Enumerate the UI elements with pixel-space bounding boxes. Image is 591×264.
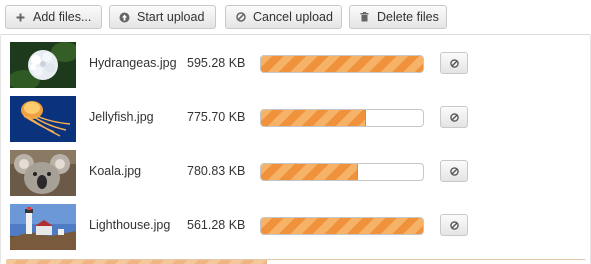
file-row: Lighthouse.jpg 561.28 KB xyxy=(1,201,591,253)
file-progress-bar xyxy=(260,163,424,181)
file-progress-fill xyxy=(261,110,367,126)
start-upload-label: Start upload xyxy=(137,10,205,24)
upload-toolbar: Add files... Start upload Cancel upload … xyxy=(0,0,591,34)
add-files-button[interactable]: Add files... xyxy=(5,5,102,29)
cancel-file-button[interactable] xyxy=(440,52,468,74)
start-upload-button[interactable]: Start upload xyxy=(109,5,216,29)
cancel-upload-button[interactable]: Cancel upload xyxy=(225,5,342,29)
cancel-file-button[interactable] xyxy=(440,160,468,182)
file-row: Hydrangeas.jpg 595.28 KB xyxy=(1,39,591,91)
file-progress-bar xyxy=(260,55,424,73)
upload-icon xyxy=(119,12,130,23)
file-list-panel: Hydrangeas.jpg 595.28 KB Jellyfish.jpg 7… xyxy=(0,34,591,264)
ban-icon xyxy=(449,112,459,122)
file-name: Jellyfish.jpg xyxy=(89,110,154,124)
trash-icon xyxy=(359,12,370,22)
file-size: 595.28 KB xyxy=(187,56,246,70)
file-progress-fill xyxy=(261,218,423,234)
jellyfish-thumbnail xyxy=(10,96,76,142)
plus-icon xyxy=(15,13,26,22)
file-progress-bar xyxy=(260,217,424,235)
delete-files-label: Delete files xyxy=(377,10,439,24)
cancel-file-button[interactable] xyxy=(440,214,468,236)
file-name: Lighthouse.jpg xyxy=(89,218,171,232)
ban-icon xyxy=(449,58,459,68)
file-name: Hydrangeas.jpg xyxy=(89,56,177,70)
file-size: 780.83 KB xyxy=(187,164,246,178)
file-row: Jellyfish.jpg 775.70 KB xyxy=(1,93,591,145)
hydrangeas-thumbnail xyxy=(10,42,76,88)
ban-icon xyxy=(235,12,246,22)
file-size: 775.70 KB xyxy=(187,110,246,124)
ban-icon xyxy=(449,166,459,176)
global-progress-bar xyxy=(6,259,586,264)
file-progress-fill xyxy=(261,164,359,180)
cancel-file-button[interactable] xyxy=(440,106,468,128)
file-progress-fill xyxy=(261,56,423,72)
cancel-upload-label: Cancel upload xyxy=(253,10,333,24)
file-progress-bar xyxy=(260,109,424,127)
add-files-label: Add files... xyxy=(33,10,92,24)
delete-files-button[interactable]: Delete files xyxy=(349,5,447,29)
file-size: 561.28 KB xyxy=(187,218,246,232)
file-name: Koala.jpg xyxy=(89,164,142,178)
koala-thumbnail xyxy=(10,150,76,196)
file-row: Koala.jpg 780.83 KB xyxy=(1,147,591,199)
global-progress-fill xyxy=(6,260,267,264)
ban-icon xyxy=(449,220,459,230)
lighthouse-thumbnail xyxy=(10,204,76,250)
